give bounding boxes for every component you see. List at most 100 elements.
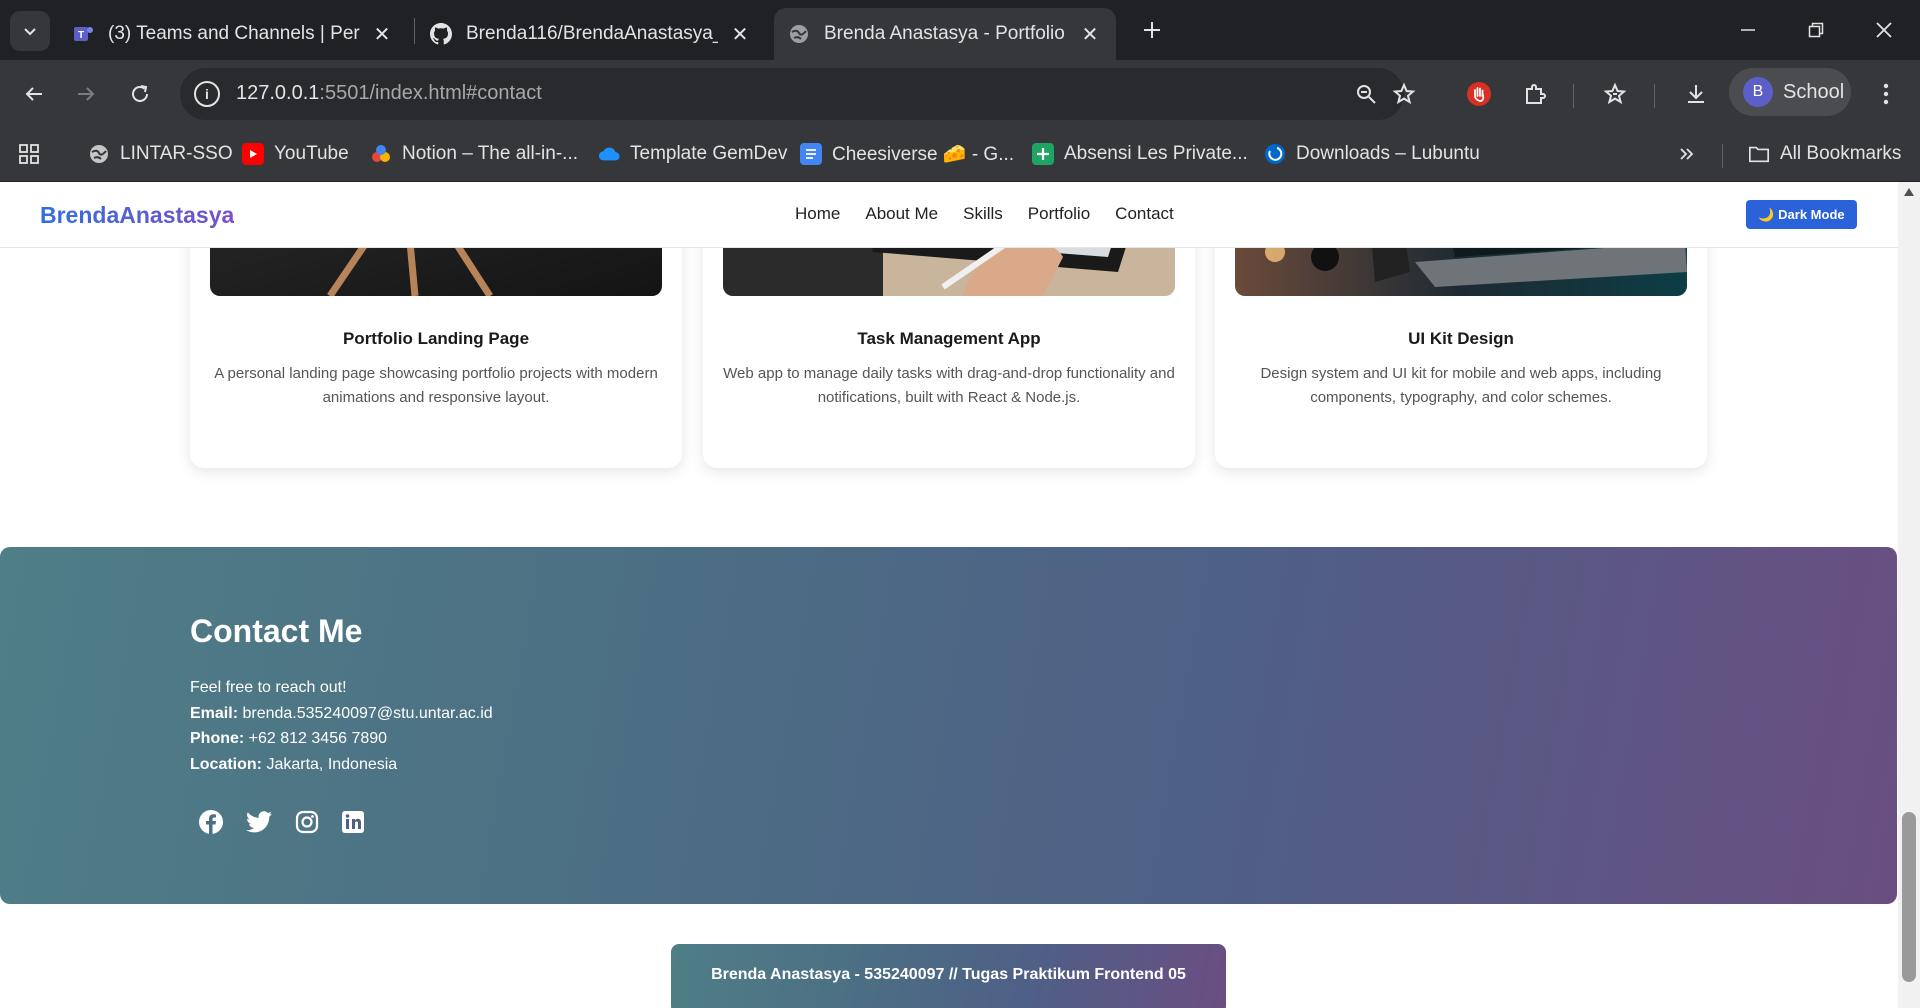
url-text[interactable]: 127.0.0.1:5501/index.html#contact	[236, 82, 542, 105]
bookmark-label: LINTAR-SSO	[120, 143, 233, 164]
menu-button[interactable]	[1866, 74, 1906, 114]
email-label: Email:	[190, 705, 239, 722]
project-title: UI Kit Design	[1408, 329, 1514, 348]
bookmark-youtube[interactable]: YouTube	[242, 140, 349, 168]
notion-icon	[370, 143, 392, 165]
all-bookmarks-button[interactable]: All Bookmarks	[1748, 140, 1901, 168]
url-host: 127.0.0.1	[236, 82, 320, 104]
reload-button[interactable]	[120, 74, 160, 114]
back-button[interactable]	[14, 74, 54, 114]
footer: Brenda Anastasya - 535240097 // Tugas Pr…	[671, 944, 1226, 1008]
scroll-thumb[interactable]	[1902, 812, 1916, 982]
nav-contact[interactable]: Contact	[1115, 204, 1174, 224]
site-logo[interactable]: BrendaAnastasya	[40, 202, 234, 229]
project-title: Portfolio Landing Page	[342, 329, 530, 348]
restore-button[interactable]	[1794, 10, 1838, 50]
bookmark-notion[interactable]: Notion – The all-in-...	[370, 140, 578, 168]
more-bookmarks-button[interactable]	[1678, 140, 1696, 168]
tab-portfolio[interactable]: Brenda Anastasya - Portfolio ✕	[774, 8, 1116, 60]
bookmark-star-button[interactable]	[1384, 74, 1424, 114]
star-icon	[1392, 82, 1416, 105]
github-icon	[430, 23, 452, 45]
bookmark-template-gemdev[interactable]: Template GemDev	[598, 140, 787, 168]
site-navbar: BrendaAnastasya Home About Me Skills Por…	[0, 182, 1898, 248]
chevron-double-right-icon	[1680, 148, 1694, 160]
teams-icon: T	[72, 23, 94, 45]
phone-value: +62 812 3456 7890	[248, 730, 388, 747]
scroll-up-arrow[interactable]	[1904, 188, 1914, 196]
profile-name: School	[1783, 80, 1845, 103]
project-description: Design system and UI kit for mobile and …	[1260, 365, 1662, 406]
contact-email: Email: brenda.535240097@stu.untar.ac.id	[190, 705, 493, 723]
minimize-button[interactable]	[1726, 10, 1770, 50]
toolbar-separator	[1654, 84, 1655, 108]
close-window-button[interactable]	[1862, 10, 1906, 50]
bookmark-label: Absensi Les Private...	[1064, 143, 1248, 164]
bookmark-cheesiverse[interactable]: Cheesiverse 🧀 - G...	[800, 140, 1014, 168]
nav-about[interactable]: About Me	[865, 204, 938, 224]
bookmark-absensi[interactable]: Absensi Les Private...	[1032, 140, 1248, 168]
bookmarks-separator	[1722, 144, 1723, 168]
minimize-icon	[1741, 29, 1755, 31]
project-description: Web app to manage daily tasks with drag-…	[723, 365, 1175, 406]
restore-icon	[1808, 22, 1824, 38]
twitter-icon[interactable]	[246, 809, 272, 835]
project-title: Task Management App	[857, 329, 1041, 348]
bookmark-lubuntu[interactable]: Downloads – Lubuntu	[1264, 140, 1480, 168]
bookmark-label: Downloads – Lubuntu	[1296, 143, 1480, 164]
reload-icon	[132, 85, 148, 102]
plus-icon	[1144, 22, 1160, 38]
contact-phone: Phone: +62 812 3456 7890	[190, 730, 387, 748]
bookmark-label: YouTube	[274, 143, 349, 164]
extensions-button[interactable]	[1515, 74, 1555, 114]
sheets-icon	[1032, 143, 1054, 165]
facebook-icon[interactable]	[198, 809, 224, 835]
close-icon[interactable]: ✕	[1078, 22, 1102, 46]
nav-home[interactable]: Home	[795, 204, 840, 224]
download-icon	[1688, 85, 1704, 103]
forward-button[interactable]	[66, 74, 106, 114]
profile-button[interactable]: B School	[1729, 68, 1851, 116]
lubuntu-icon	[1264, 143, 1286, 165]
youtube-icon	[242, 143, 264, 165]
bookmark-label: Template GemDev	[630, 143, 788, 164]
bookmark-label: Cheesiverse 🧀 - G...	[832, 144, 1015, 165]
dark-mode-button[interactable]: 🌙 Dark Mode	[1746, 200, 1857, 229]
toolbar-separator	[1573, 84, 1574, 108]
downloads-button[interactable]	[1676, 74, 1716, 114]
address-bar[interactable]: i 127.0.0.1:5501/index.html#contact	[180, 68, 1404, 120]
email-value: brenda.535240097@stu.untar.ac.id	[242, 705, 493, 722]
instagram-icon[interactable]	[294, 809, 320, 835]
svg-text:T: T	[78, 30, 84, 41]
bookmark-lintar[interactable]: LINTAR-SSO	[88, 140, 233, 168]
footer-text: Brenda Anastasya - 535240097 // Tugas Pr…	[711, 966, 1186, 983]
nav-portfolio[interactable]: Portfolio	[1028, 204, 1090, 224]
page-scrollbar[interactable]	[1898, 182, 1920, 1008]
bookmarks-bar: LINTAR-SSO YouTube Notion – The all-in-.…	[0, 128, 1920, 182]
tab-search-button[interactable]	[10, 11, 50, 51]
extension-stop-button[interactable]	[1459, 74, 1499, 114]
apps-button[interactable]	[18, 140, 40, 168]
docs-icon	[800, 143, 822, 165]
more-vertical-icon	[1883, 83, 1889, 105]
favorites-button[interactable]	[1595, 74, 1635, 114]
new-tab-button[interactable]	[1136, 14, 1168, 46]
chevron-down-icon	[24, 28, 36, 36]
close-icon[interactable]: ✕	[370, 22, 394, 46]
zoom-out-icon	[1357, 85, 1376, 104]
close-icon	[1876, 22, 1892, 38]
tab-teams[interactable]: T (3) Teams and Channels | Perten ✕	[58, 8, 408, 60]
close-icon[interactable]: ✕	[728, 22, 752, 46]
folder-icon	[1748, 143, 1770, 165]
zoom-button[interactable]	[1346, 74, 1386, 114]
location-label: Location:	[190, 756, 262, 773]
tab-github[interactable]: Brenda116/BrendaAnastasya_53 ✕	[416, 8, 766, 60]
linkedin-icon[interactable]	[340, 809, 366, 835]
nav-skills[interactable]: Skills	[963, 204, 1003, 224]
site-info-icon[interactable]: i	[194, 81, 220, 107]
puzzle-icon	[1526, 84, 1546, 104]
contact-section: Contact Me Feel free to reach out! Email…	[0, 547, 1897, 904]
hand-stop-icon	[1467, 82, 1491, 106]
contact-location: Location: Jakarta, Indonesia	[190, 756, 397, 774]
url-path: :5501/index.html#contact	[319, 82, 542, 104]
